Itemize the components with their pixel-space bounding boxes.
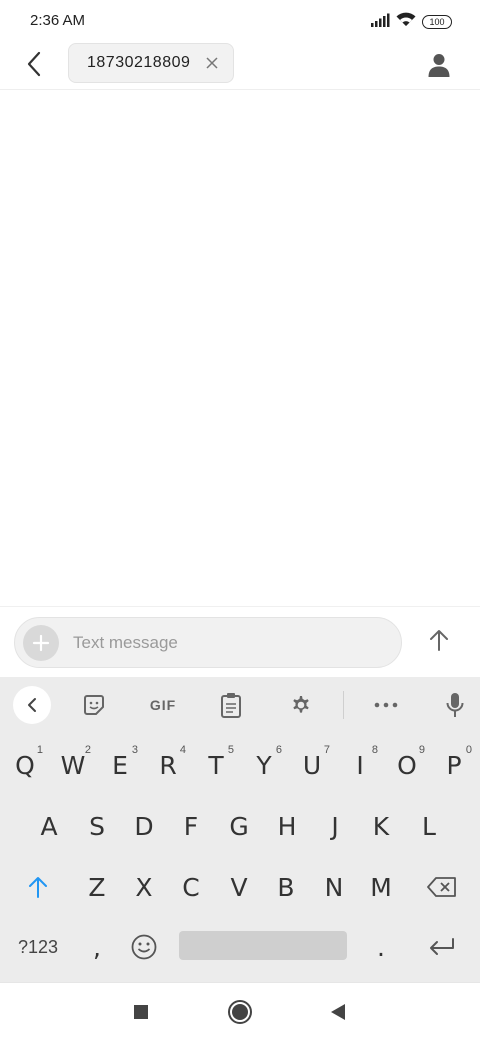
close-icon	[206, 57, 218, 69]
message-input[interactable]	[73, 618, 383, 667]
signal-icon	[370, 13, 390, 32]
system-nav-bar	[0, 982, 480, 1040]
more-button[interactable]	[368, 689, 404, 721]
message-thread	[0, 91, 480, 606]
backspace-icon	[427, 877, 456, 897]
key-j[interactable]: J	[311, 798, 359, 854]
shift-key[interactable]	[14, 859, 62, 915]
backspace-key[interactable]	[418, 859, 466, 915]
status-time: 2:36 AM	[30, 12, 86, 29]
key-a[interactable]: A	[25, 798, 73, 854]
comma-key[interactable]: ,	[73, 919, 121, 975]
conversation-header: 18730218809	[0, 40, 480, 90]
keyboard-row-1: Q1 W2 E3 R4 T5 Y6 U7 I8 O9 P0	[0, 737, 480, 793]
gif-button[interactable]: GIF	[143, 689, 183, 721]
key-x[interactable]: X	[120, 859, 168, 915]
recents-button[interactable]	[126, 997, 156, 1027]
emoji-key[interactable]	[120, 919, 168, 975]
keyboard-row-4: ?123 , .	[0, 919, 480, 975]
key-f[interactable]: F	[167, 798, 215, 854]
send-button[interactable]	[422, 623, 456, 657]
send-arrow-icon	[430, 630, 448, 651]
attach-button[interactable]	[23, 625, 59, 661]
key-t[interactable]: T5	[192, 737, 240, 793]
collapse-toolbar-button[interactable]	[13, 686, 51, 724]
chevron-left-icon	[28, 698, 36, 712]
home-circle-icon	[228, 1000, 252, 1024]
keyboard: GIF Q1 W2 E3 R4 T5 Y6 U7 I8 O9 P0 A S D …	[0, 677, 480, 982]
voice-input-button[interactable]	[437, 689, 473, 721]
wifi-icon	[396, 12, 416, 32]
back-button[interactable]	[18, 48, 50, 80]
key-w[interactable]: W2	[49, 737, 97, 793]
contact-button[interactable]	[422, 48, 456, 82]
key-k[interactable]: K	[357, 798, 405, 854]
sticker-button[interactable]	[76, 689, 112, 721]
compose-field	[14, 617, 402, 668]
remove-recipient-button[interactable]	[203, 54, 221, 72]
key-d[interactable]: D	[120, 798, 168, 854]
enter-key[interactable]	[418, 919, 466, 975]
sticker-icon	[84, 695, 104, 715]
compose-bar	[0, 606, 480, 676]
back-triangle-icon	[331, 1004, 345, 1020]
keyboard-row-3: Z X C V B N M	[0, 859, 480, 915]
key-o[interactable]: O9	[383, 737, 431, 793]
smiley-icon	[131, 934, 157, 960]
microphone-icon	[446, 693, 464, 717]
keyboard-toolbar: GIF	[0, 677, 480, 733]
battery-icon: 100	[422, 15, 452, 29]
recipient-chip[interactable]: 18730218809	[68, 43, 234, 83]
key-r[interactable]: R4	[144, 737, 192, 793]
key-h[interactable]: H	[263, 798, 311, 854]
settings-button[interactable]	[283, 689, 319, 721]
key-e[interactable]: E3	[96, 737, 144, 793]
status-icons: 100	[370, 12, 452, 32]
key-p[interactable]: P0	[430, 737, 478, 793]
contact-icon	[428, 54, 450, 77]
recents-square-icon	[134, 1005, 148, 1019]
key-z[interactable]: Z	[73, 859, 121, 915]
key-q[interactable]: Q1	[1, 737, 49, 793]
key-g[interactable]: G	[215, 798, 263, 854]
space-bar[interactable]	[179, 931, 347, 960]
key-s[interactable]: S	[73, 798, 121, 854]
key-v[interactable]: V	[215, 859, 263, 915]
key-l[interactable]: L	[405, 798, 453, 854]
back-nav-button[interactable]	[323, 997, 353, 1027]
keyboard-row-2: A S D F G H J K L	[0, 798, 480, 854]
clipboard-button[interactable]	[213, 689, 249, 721]
status-bar: 2:36 AM 100	[0, 0, 480, 44]
toolbar-divider	[343, 691, 344, 719]
battery-level: 100	[429, 17, 445, 27]
key-c[interactable]: C	[167, 859, 215, 915]
period-key[interactable]: .	[357, 919, 405, 975]
shift-arrow-icon	[29, 877, 47, 898]
enter-icon	[430, 938, 454, 955]
gear-icon	[293, 696, 309, 713]
back-arrow-icon	[27, 51, 41, 77]
more-dots-icon	[374, 702, 398, 708]
key-i[interactable]: I8	[336, 737, 384, 793]
key-n[interactable]: N	[310, 859, 358, 915]
key-m[interactable]: M	[357, 859, 405, 915]
recipient-number: 18730218809	[87, 54, 191, 71]
key-y[interactable]: Y6	[240, 737, 288, 793]
gif-label: GIF	[149, 697, 177, 713]
home-button[interactable]	[225, 997, 255, 1027]
key-b[interactable]: B	[262, 859, 310, 915]
plus-icon	[32, 634, 50, 652]
key-u[interactable]: U7	[288, 737, 336, 793]
symbols-key[interactable]: ?123	[10, 919, 66, 975]
clipboard-icon	[221, 693, 241, 718]
